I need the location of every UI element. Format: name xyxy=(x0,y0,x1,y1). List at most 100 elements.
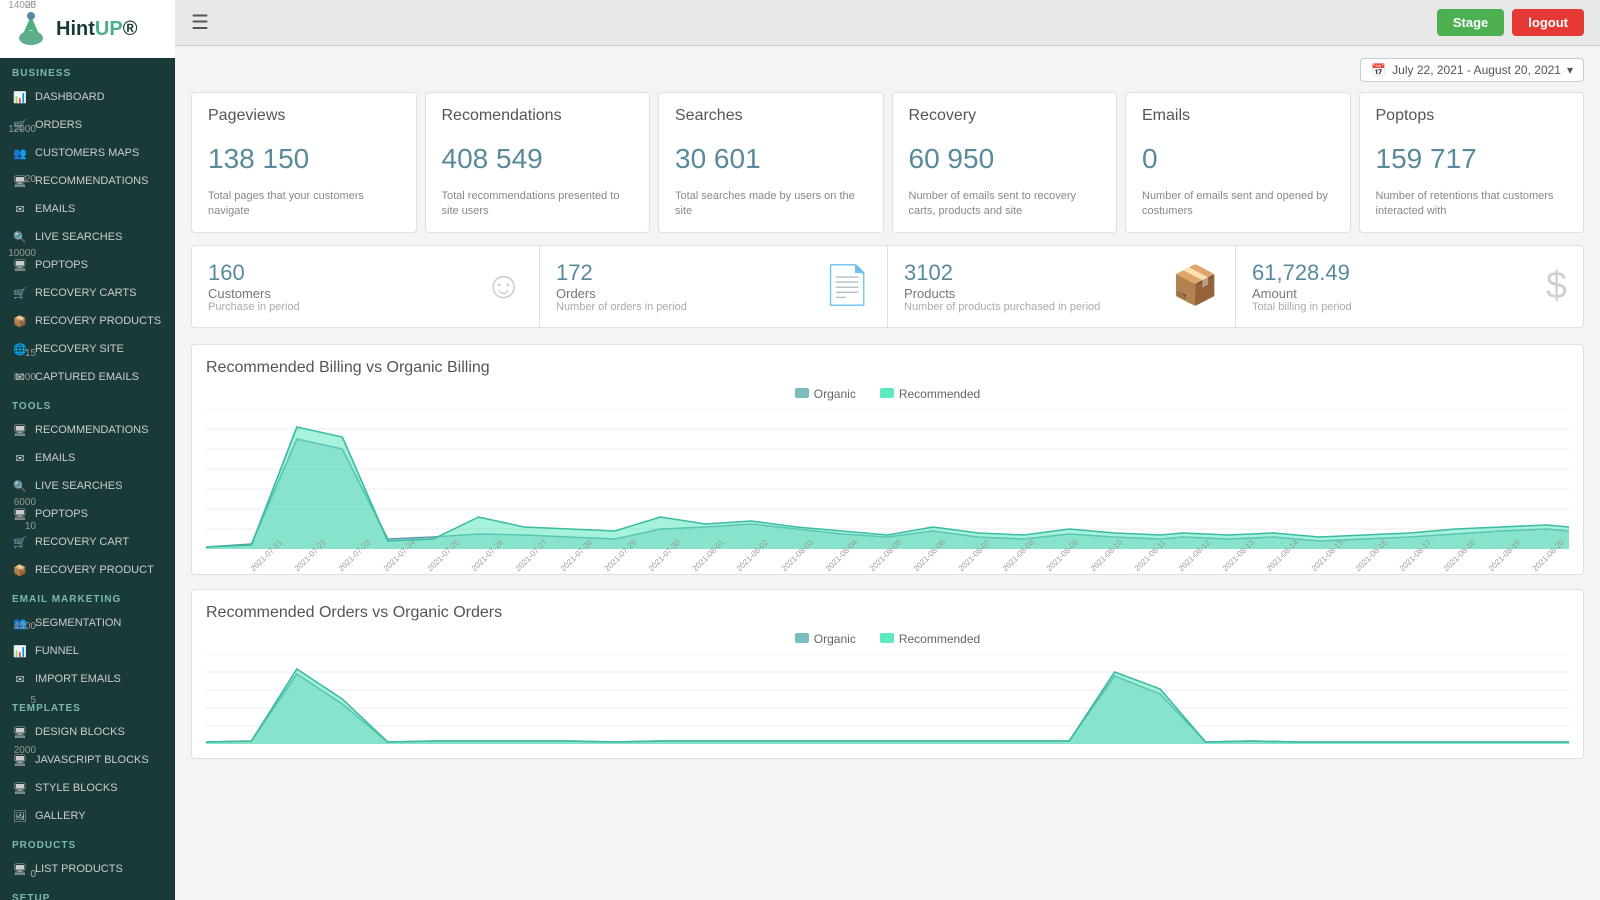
legend-organic: Organic xyxy=(795,387,856,401)
summary-sub-3: Total billing in period xyxy=(1252,301,1352,313)
summary-item-0: 160 Customers Purchase in period ☺ xyxy=(192,246,540,327)
chart2-legend: Organic Recommended xyxy=(206,632,1569,646)
sidebar-item-label: EMAILS xyxy=(35,203,75,215)
sidebar-item-label: RECOVERY SITE xyxy=(35,343,124,355)
date-range-value: July 22, 2021 - August 20, 2021 xyxy=(1392,63,1561,77)
sidebar-item-label: RECOMMENDATIONS xyxy=(35,175,148,187)
card-desc-4: Number of emails sent and opened by cost… xyxy=(1142,189,1334,220)
card-title-4: Emails xyxy=(1142,107,1334,125)
sidebar-item-label: EMAILS xyxy=(35,452,75,464)
card-number-4: 0 xyxy=(1142,143,1334,175)
sidebar-item-label: POPTOPS xyxy=(35,259,88,271)
card-title-0: Pageviews xyxy=(208,107,400,125)
card-number-2: 30 601 xyxy=(675,143,867,175)
sidebar-item-label: GALLERY xyxy=(35,810,86,822)
stat-card-1: Recomendations 408 549 Total recommendat… xyxy=(425,92,651,233)
summary-label-0: Customers xyxy=(208,286,300,301)
sidebar-item-label: RECOVERY PRODUCT xyxy=(35,564,154,576)
summary-label-3: Amount xyxy=(1252,286,1352,301)
topbar: ☰ Stage logout xyxy=(175,0,1600,46)
date-range-box[interactable]: 📅 July 22, 2021 - August 20, 2021 ▾ xyxy=(1360,58,1584,82)
sidebar-item-label: IMPORT EMAILS xyxy=(35,673,121,685)
stat-cards-row: Pageviews 138 150 Total pages that your … xyxy=(191,92,1584,233)
chart2-title: Recommended Orders vs Organic Orders xyxy=(206,604,1569,622)
summary-number-3: 61,728.49 xyxy=(1252,260,1352,286)
dropdown-icon: ▾ xyxy=(1567,63,1573,77)
card-number-5: 159 717 xyxy=(1376,143,1568,175)
card-number-3: 60 950 xyxy=(909,143,1101,175)
summary-item-1: 172 Orders Number of orders in period 📄 xyxy=(540,246,888,327)
summary-icon-0: ☺ xyxy=(484,265,523,308)
card-title-3: Recovery xyxy=(909,107,1101,125)
stage-button[interactable]: Stage xyxy=(1437,9,1504,36)
card-number-0: 138 150 xyxy=(208,143,400,175)
legend2-recommended: Recommended xyxy=(880,632,980,646)
logo-text: HintUP® xyxy=(56,18,137,41)
summary-item-3: 61,728.49 Amount Total billing in period… xyxy=(1236,246,1583,327)
sidebar-item-label: STYLE BLOCKS xyxy=(35,782,118,794)
summary-label-1: Orders xyxy=(556,286,687,301)
sidebar-section-label: SETUP xyxy=(0,883,175,900)
summary-text-1: 172 Orders Number of orders in period xyxy=(556,260,687,313)
card-desc-1: Total recommendations presented to site … xyxy=(442,189,634,220)
sidebar-item-label: RECOVERY CARTS xyxy=(35,287,136,299)
summary-sub-2: Number of products purchased in period xyxy=(904,301,1100,313)
sidebar-item-label: CAPTURED EMAILS xyxy=(35,371,139,383)
summary-icon-1: 📄 xyxy=(824,264,871,308)
content-area: 📅 July 22, 2021 - August 20, 2021 ▾ Page… xyxy=(175,46,1600,900)
chart1-body: 14000120001000080006000400020000 xyxy=(206,409,1569,560)
sidebar-item-label: DESIGN BLOCKS xyxy=(35,726,125,738)
summary-number-2: 3102 xyxy=(904,260,1100,286)
sidebar-item-label: LIVE SEARCHES xyxy=(35,231,122,243)
summary-icon-3: $ xyxy=(1546,265,1567,308)
sidebar-item-label: LIST PRODUCTS xyxy=(35,863,123,875)
summary-label-2: Products xyxy=(904,286,1100,301)
chart1-svg xyxy=(206,409,1569,549)
sidebar-item-label: RECOVERY PRODUCTS xyxy=(35,315,161,327)
summary-text-3: 61,728.49 Amount Total billing in period xyxy=(1252,260,1352,313)
stat-card-4: Emails 0 Number of emails sent and opene… xyxy=(1125,92,1351,233)
date-range-row: 📅 July 22, 2021 - August 20, 2021 ▾ xyxy=(191,58,1584,82)
sidebar-item-label: RECOMMENDATIONS xyxy=(35,424,148,436)
menu-icon[interactable]: ☰ xyxy=(191,10,209,35)
sidebar-item-label: SEGMENTATION xyxy=(35,617,121,629)
card-desc-3: Number of emails sent to recovery carts,… xyxy=(909,189,1101,220)
summary-number-1: 172 xyxy=(556,260,687,286)
chart1-legend: Organic Recommended xyxy=(206,387,1569,401)
stat-card-5: Poptops 159 717 Number of retentions tha… xyxy=(1359,92,1585,233)
stat-card-3: Recovery 60 950 Number of emails sent to… xyxy=(892,92,1118,233)
summary-text-0: 160 Customers Purchase in period xyxy=(208,260,300,313)
chart2-body: 2520151050 xyxy=(206,654,1569,744)
sidebar-item-label: LIVE SEARCHES xyxy=(35,480,122,492)
summary-item-2: 3102 Products Number of products purchas… xyxy=(888,246,1236,327)
card-desc-5: Number of retentions that customers inte… xyxy=(1376,189,1568,220)
summary-icon-2: 📦 xyxy=(1172,264,1219,308)
card-desc-2: Total searches made by users on the site xyxy=(675,189,867,220)
chart1-title: Recommended Billing vs Organic Billing xyxy=(206,359,1569,377)
sidebar-item-label: ORDERS xyxy=(35,119,82,131)
legend-recommended: Recommended xyxy=(880,387,980,401)
summary-row: 160 Customers Purchase in period ☺ 172 O… xyxy=(191,245,1584,328)
sidebar-item-label: JAVASCRIPT BLOCKS xyxy=(35,754,149,766)
legend2-organic: Organic xyxy=(795,632,856,646)
card-title-1: Recomendations xyxy=(442,107,634,125)
calendar-icon: 📅 xyxy=(1371,63,1386,77)
chart1-section: Recommended Billing vs Organic Billing O… xyxy=(191,344,1584,575)
chart2-svg xyxy=(206,654,1569,744)
sidebar-item-label: DASHBOARD xyxy=(35,91,105,103)
card-number-1: 408 549 xyxy=(442,143,634,175)
summary-number-0: 160 xyxy=(208,260,300,286)
sidebar-item-label: FUNNEL xyxy=(35,645,79,657)
logout-button[interactable]: logout xyxy=(1512,9,1584,36)
chart2-area xyxy=(206,654,1569,744)
sidebar-item-label: POPTOPS xyxy=(35,508,88,520)
card-title-5: Poptops xyxy=(1376,107,1568,125)
card-desc-0: Total pages that your customers navigate xyxy=(208,189,400,220)
chart1-x-labels: 2021-07-212021-07-222021-07-232021-07-24… xyxy=(206,551,1569,560)
stat-card-0: Pageviews 138 150 Total pages that your … xyxy=(191,92,417,233)
summary-sub-1: Number of orders in period xyxy=(556,301,687,313)
summary-sub-0: Purchase in period xyxy=(208,301,300,313)
sidebar-item-label: RECOVERY CART xyxy=(35,536,129,548)
summary-text-2: 3102 Products Number of products purchas… xyxy=(904,260,1100,313)
chart2-section: Recommended Orders vs Organic Orders Org… xyxy=(191,589,1584,759)
